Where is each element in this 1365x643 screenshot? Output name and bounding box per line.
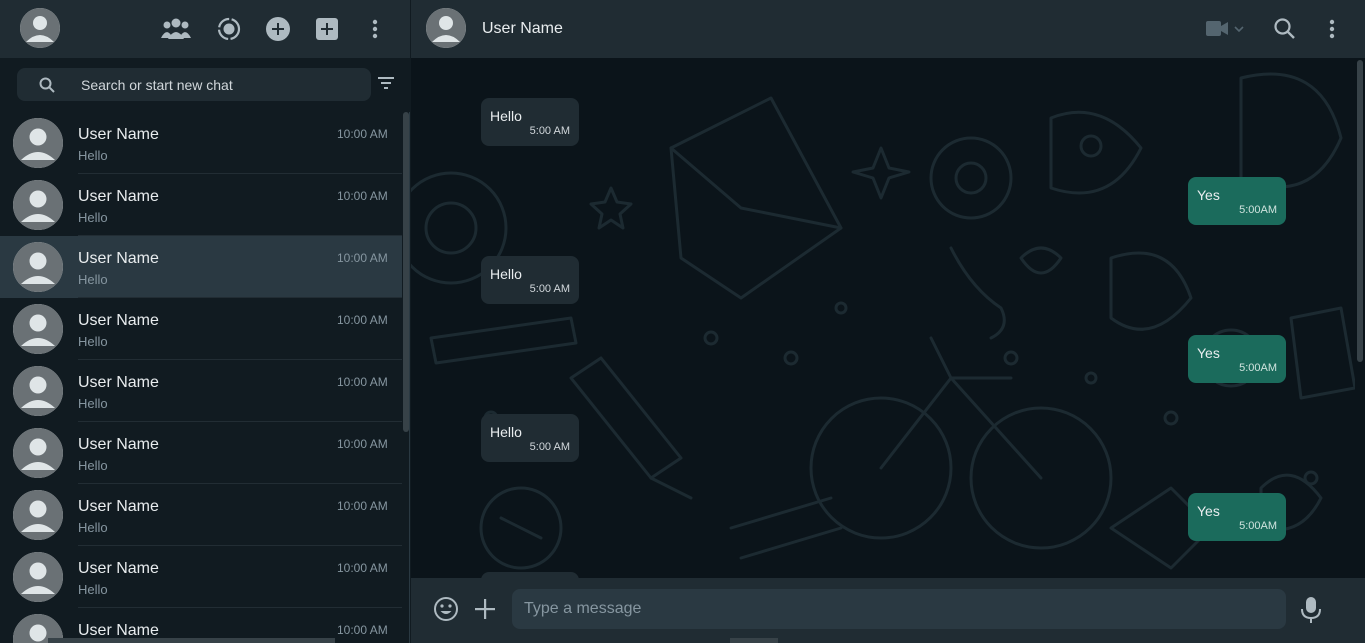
message-scrollbar[interactable] <box>1355 58 1365 578</box>
chat-avatar <box>13 118 63 168</box>
chat-avatar <box>13 180 63 230</box>
outgoing-message[interactable]: Yes 5:00AM <box>1188 335 1286 383</box>
sidebar-horizontal-scrollbar[interactable] <box>48 638 335 643</box>
incoming-message[interactable]: Hello 5:00 AM <box>481 256 579 304</box>
chat-last-message: Hello <box>78 210 108 225</box>
message-text: Yes <box>1197 503 1220 519</box>
chat-list-item[interactable]: User Name Hello 10:00 AM <box>0 236 402 298</box>
chat-last-message: Hello <box>78 396 108 411</box>
chat-name: User Name <box>78 188 159 205</box>
chat-last-message: Hello <box>78 520 108 535</box>
bottom-scrollbar[interactable] <box>730 638 778 643</box>
incoming-message[interactable]: Hello 5:00 AM <box>481 98 579 146</box>
message-text: Hello <box>490 266 522 282</box>
message-text: Hello <box>490 108 522 124</box>
microphone-icon[interactable] <box>1300 596 1322 624</box>
message-input[interactable] <box>512 589 1286 629</box>
emoji-icon[interactable] <box>433 596 459 622</box>
chat-list-item[interactable]: User Name Hello 10:00 AM <box>0 112 402 174</box>
outgoing-message[interactable]: Yes 5:00AM <box>1188 177 1286 225</box>
chat-list-item[interactable]: User Name Hello 10:00 AM <box>0 174 402 236</box>
search-row <box>0 58 410 112</box>
chat-list-item[interactable]: User Name Hello 10:00 AM <box>0 360 402 422</box>
chat-name: User Name <box>78 312 159 329</box>
chat-time: 10:00 AM <box>337 623 388 637</box>
message-time: 5:00 AM <box>529 125 570 137</box>
message-text: Yes <box>1197 345 1220 361</box>
sidebar: User Name Hello 10:00 AM User Name Hello 10:0… <box>0 0 410 643</box>
status-icon[interactable] <box>214 14 244 44</box>
user-avatar[interactable] <box>20 8 60 48</box>
chat-time: 10:00 AM <box>337 375 388 389</box>
chat-name: User Name <box>78 436 159 453</box>
chat-name: User Name <box>78 560 159 577</box>
chat-list-item[interactable]: User Name Hello 10:00 AM <box>0 484 402 546</box>
chat-time: 10:00 AM <box>337 127 388 141</box>
message-time: 5:00 AM <box>529 283 570 295</box>
chat-name: User Name <box>78 250 159 267</box>
chat-last-message: Hello <box>78 458 108 473</box>
chat-list-item[interactable]: User Name Hello 10:00 AM <box>0 298 402 360</box>
chat-avatar <box>13 552 63 602</box>
chat-last-message: Hello <box>78 272 108 287</box>
chat-time: 10:00 AM <box>337 561 388 575</box>
whatsapp-app: User Name Hello 10:00 AM User Name Hello 10:0… <box>0 0 1365 643</box>
menu-icon[interactable] <box>360 14 390 44</box>
chat-menu-icon[interactable] <box>1329 19 1335 39</box>
new-channel-icon[interactable] <box>263 14 293 44</box>
chat-time: 10:00 AM <box>337 189 388 203</box>
sidebar-scrollbar[interactable] <box>403 112 409 432</box>
chat-list: User Name Hello 10:00 AM User Name Hello 10:0… <box>0 112 402 643</box>
video-call-icon[interactable] <box>1206 18 1246 40</box>
search-messages-icon[interactable] <box>1273 17 1297 41</box>
message-text: Yes <box>1197 187 1220 203</box>
message-time: 5:00AM <box>1239 362 1277 374</box>
filter-icon[interactable] <box>377 74 395 92</box>
chat-panel: User Name Hello 5:00 AM Yes 5:00AM Hello… <box>411 0 1365 643</box>
chat-name: User Name <box>78 126 159 143</box>
chat-header[interactable]: User Name <box>411 0 1365 58</box>
chat-name: User Name <box>78 498 159 515</box>
chat-avatar <box>13 490 63 540</box>
communities-icon[interactable] <box>161 14 191 44</box>
search-icon <box>39 77 55 93</box>
chat-time: 10:00 AM <box>337 437 388 451</box>
chat-avatar <box>13 428 63 478</box>
sidebar-header <box>0 0 410 58</box>
message-text: Hello <box>490 424 522 440</box>
chat-avatar <box>13 304 63 354</box>
chat-time: 10:00 AM <box>337 251 388 265</box>
chat-time: 10:00 AM <box>337 313 388 327</box>
chat-list-item[interactable]: User Name Hello 10:00 AM <box>0 546 402 608</box>
chat-last-message: Hello <box>78 334 108 349</box>
composer <box>411 578 1365 643</box>
attach-plus-icon[interactable] <box>474 598 496 620</box>
message-scrollbar-thumb[interactable] <box>1357 60 1363 362</box>
message-time: 5:00 AM <box>529 441 570 453</box>
chat-avatar <box>13 242 63 292</box>
message-time: 5:00AM <box>1239 520 1277 532</box>
contact-avatar[interactable] <box>426 8 466 48</box>
outgoing-message[interactable]: Yes 5:00AM <box>1188 493 1286 541</box>
search-input[interactable] <box>81 68 361 101</box>
chat-last-message: Hello <box>78 148 108 163</box>
chat-time: 10:00 AM <box>337 499 388 513</box>
chat-avatar <box>13 366 63 416</box>
incoming-message[interactable]: Hello 5:00 AM <box>481 414 579 462</box>
message-area[interactable]: Hello 5:00 AM Yes 5:00AM Hello 5:00 AM Yes 5:00… <box>411 58 1355 578</box>
new-chat-icon[interactable] <box>312 14 342 44</box>
search-box[interactable] <box>17 68 371 101</box>
chat-list-item[interactable]: User Name Hello 10:00 AM <box>0 422 402 484</box>
chat-name: User Name <box>78 374 159 391</box>
message-time: 5:00AM <box>1239 204 1277 216</box>
contact-name: User Name <box>482 20 563 37</box>
chat-last-message: Hello <box>78 582 108 597</box>
